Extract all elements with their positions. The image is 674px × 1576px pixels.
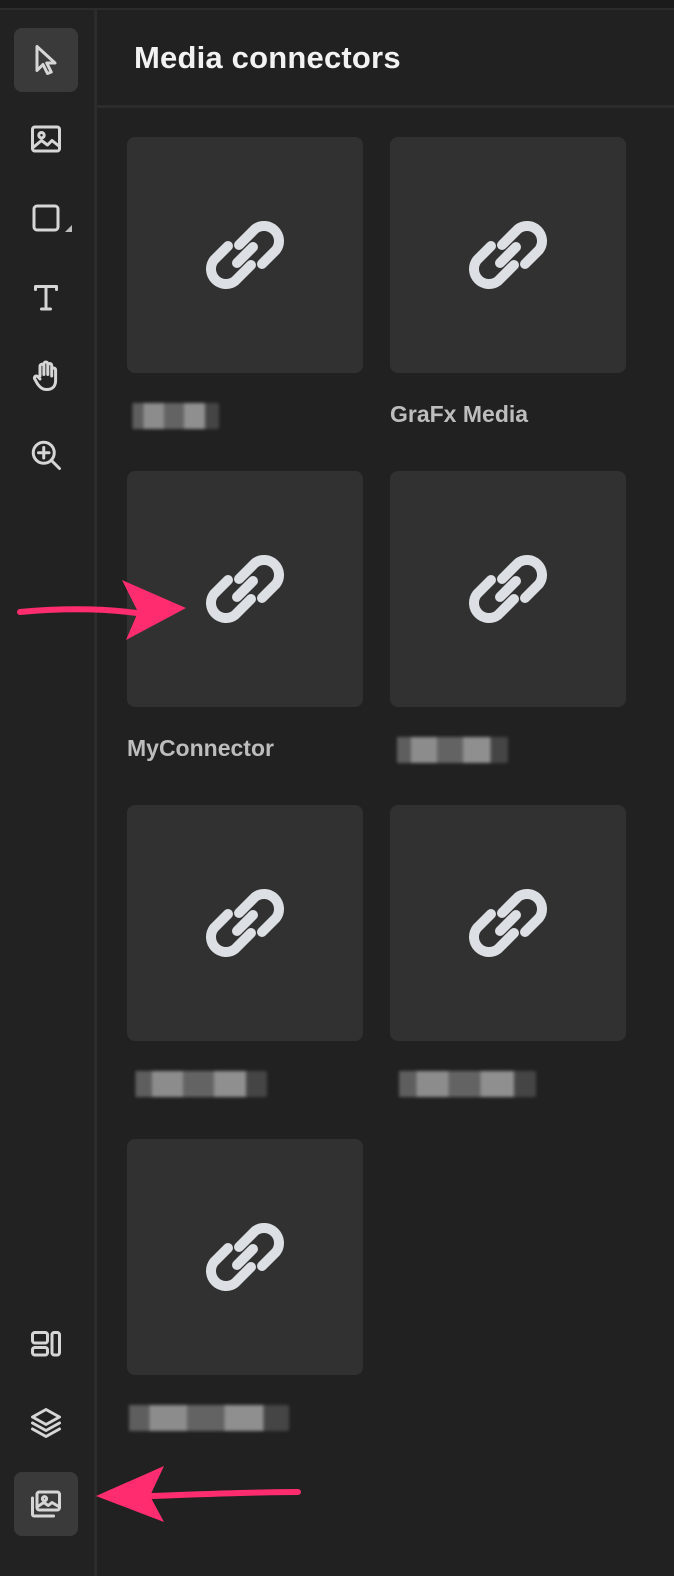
media-connectors-panel: Media connectors GraFx Media MyConnector — [97, 10, 674, 1576]
connector-thumbnail[interactable] — [390, 471, 626, 707]
layers-tool-button[interactable] — [14, 1391, 78, 1455]
square-icon — [32, 204, 60, 232]
connector-card[interactable] — [119, 1139, 363, 1433]
media-icon — [31, 1490, 61, 1518]
connector-label-redacted — [390, 1065, 626, 1099]
text-tool-button[interactable] — [14, 265, 78, 329]
link-icon — [469, 889, 547, 957]
zoom-in-icon — [31, 440, 61, 470]
connector-label: GraFx Media — [390, 401, 529, 427]
layouts-tool-button[interactable] — [14, 1311, 78, 1375]
hand-tool-button[interactable] — [14, 344, 78, 408]
layers-icon — [31, 1408, 61, 1438]
image-tool-button[interactable] — [14, 107, 78, 171]
link-icon — [469, 555, 547, 623]
connector-thumbnail[interactable] — [127, 1139, 363, 1375]
select-tool-button[interactable] — [14, 28, 78, 92]
connector-label-redacted — [127, 397, 363, 431]
connector-label-redacted — [119, 1399, 363, 1433]
connector-card[interactable] — [127, 805, 363, 1099]
redacted-text — [127, 402, 219, 429]
layouts-icon — [31, 1331, 61, 1357]
connector-card[interactable] — [127, 137, 363, 431]
redacted-text — [390, 1070, 536, 1097]
top-border — [0, 0, 674, 10]
link-icon — [206, 889, 284, 957]
annotation-arrow-right — [17, 580, 186, 640]
cursor-icon — [35, 45, 57, 75]
redacted-text — [119, 1404, 289, 1431]
connector-thumbnail[interactable] — [390, 137, 626, 373]
connector-thumbnail[interactable] — [127, 137, 363, 373]
left-toolbar — [0, 10, 97, 1576]
zoom-tool-button[interactable] — [14, 423, 78, 487]
link-icon — [469, 221, 547, 289]
link-icon — [206, 555, 284, 623]
connector-card[interactable] — [390, 471, 626, 765]
connector-label-redacted — [127, 1065, 363, 1099]
link-icon — [206, 221, 284, 289]
annotation-arrow-left — [96, 1466, 301, 1522]
shape-tool-button[interactable] — [14, 186, 78, 250]
redacted-text — [390, 736, 508, 763]
connector-thumbnail[interactable] — [127, 805, 363, 1041]
submenu-indicator — [65, 225, 72, 232]
connector-card-grafx-media[interactable]: GraFx Media — [390, 137, 626, 431]
connector-thumbnail[interactable] — [390, 805, 626, 1041]
link-icon — [206, 1223, 284, 1291]
text-icon — [34, 285, 58, 311]
panel-header: Media connectors — [97, 10, 674, 108]
redacted-text — [127, 1070, 267, 1097]
connector-label: MyConnector — [127, 735, 274, 761]
hand-icon — [32, 360, 58, 391]
image-icon — [31, 125, 61, 153]
media-tool-button[interactable] — [14, 1472, 78, 1536]
connector-card[interactable] — [390, 805, 626, 1099]
connector-label-redacted — [390, 731, 626, 765]
panel-title: Media connectors — [134, 39, 401, 75]
